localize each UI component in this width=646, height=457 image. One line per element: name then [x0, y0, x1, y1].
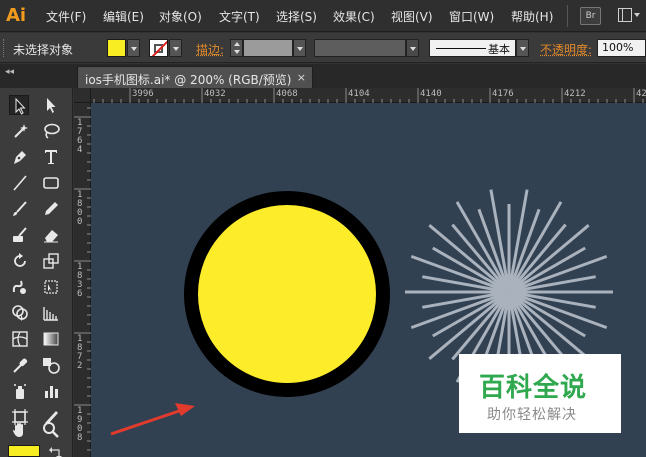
opacity-field[interactable]: 100%	[597, 39, 646, 57]
ruler-label: 4032	[204, 89, 226, 99]
ruler-label: 1908	[77, 406, 83, 443]
brush-dropdown-arrow-icon[interactable]	[516, 39, 529, 57]
watermark-subtitle: 助你轻松解决	[487, 407, 577, 423]
illustrator-window: Ai 文件(F) 编辑(E) 对象(O) 文字(T) 选择(S) 效果(C) 视…	[0, 0, 646, 457]
menu-view[interactable]: 视图(V)	[391, 8, 433, 25]
horizontal-ruler[interactable]: 3996 4032 4068 4104 4140 4176 4212 42	[91, 88, 646, 103]
stroke-label[interactable]: 描边:	[196, 41, 224, 58]
menu-separator	[567, 5, 568, 27]
menu-file[interactable]: 文件(F)	[46, 8, 86, 25]
type-tool-icon[interactable]	[41, 147, 61, 167]
ruler-label: 42	[636, 89, 646, 99]
stroke-weight-spinner-icon[interactable]	[230, 39, 243, 57]
panel-grip[interactable]	[3, 39, 6, 57]
symbol-sprayer-tool-icon[interactable]	[10, 381, 30, 401]
selection-status: 未选择对象	[13, 43, 74, 57]
brush-definition-value: 基本	[488, 43, 510, 56]
free-transform-tool-icon[interactable]	[41, 277, 61, 297]
eraser-tool-icon[interactable]	[41, 225, 61, 245]
opacity-label[interactable]: 不透明度:	[540, 41, 592, 58]
perspective-grid-tool-icon[interactable]	[41, 303, 61, 323]
brush-definition-select[interactable]: 基本	[429, 39, 516, 57]
ruler-label: 1872	[77, 334, 83, 371]
selection-tool-icon[interactable]	[9, 95, 29, 115]
magic-wand-tool-icon[interactable]	[10, 121, 30, 141]
profile-dropdown-arrow-icon[interactable]	[406, 39, 419, 57]
menu-edit[interactable]: 编辑(E)	[103, 8, 144, 25]
ruler-label: 4176	[492, 89, 514, 99]
eyedropper-tool-icon[interactable]	[10, 355, 30, 375]
ruler-label: 1800	[77, 190, 83, 227]
workspace-switcher-icon[interactable]	[618, 8, 640, 24]
sun-circle[interactable]	[184, 191, 390, 397]
ruler-label: 1764	[77, 118, 83, 155]
ruler-label: 4140	[420, 89, 442, 99]
annotation-arrowhead	[175, 403, 195, 416]
baike-watermark: 百科全说 助你轻松解决	[459, 354, 621, 433]
mesh-tool-icon[interactable]	[10, 329, 30, 349]
ruler-label: 3996	[132, 89, 154, 99]
fill-color-swatch[interactable]	[107, 39, 126, 57]
variable-width-profile-select[interactable]	[314, 39, 406, 57]
scale-tool-icon[interactable]	[41, 251, 61, 271]
warp-tool-icon[interactable]	[10, 277, 30, 297]
lasso-tool-icon[interactable]	[41, 121, 61, 141]
menu-select[interactable]: 选择(S)	[276, 8, 317, 25]
app-logo: Ai	[6, 5, 27, 26]
fill-dropdown-arrow-icon[interactable]	[127, 39, 140, 57]
menu-object[interactable]: 对象(O)	[159, 8, 202, 25]
ruler-label: 4212	[564, 89, 586, 99]
stroke-weight-dropdown-arrow-icon[interactable]	[293, 39, 306, 57]
ruler-origin[interactable]	[74, 88, 91, 103]
rotate-tool-icon[interactable]	[10, 251, 30, 271]
pen-tool-icon[interactable]	[10, 147, 30, 167]
ruler-label: 4104	[348, 89, 370, 99]
gradient-tool-icon[interactable]	[41, 329, 61, 349]
menu-window[interactable]: 窗口(W)	[449, 8, 494, 25]
bridge-button[interactable]: Br	[580, 7, 601, 25]
watermark-title: 百科全说	[479, 373, 588, 403]
document-tab[interactable]: ios手机图标.ai* @ 200% (RGB/预览) ×	[77, 66, 313, 88]
column-graph-tool-icon[interactable]	[41, 381, 61, 401]
stroke-none-swatch[interactable]	[149, 39, 168, 57]
swap-fill-stroke-icon[interactable]	[49, 444, 63, 457]
fill-color-box[interactable]	[8, 445, 40, 457]
vertical-ruler[interactable]: 1764 1800 1836 1872 1908	[74, 103, 91, 457]
hand-tool-icon[interactable]	[10, 420, 30, 440]
ruler-label: 4068	[276, 89, 298, 99]
control-bar: 未选择对象 描边: 基本 不透明度: 100%	[0, 33, 646, 63]
document-tab-title: ios手机图标.ai* @ 200% (RGB/预览)	[85, 73, 292, 87]
menu-effect[interactable]: 效果(C)	[333, 8, 375, 25]
pencil-tool-icon[interactable]	[41, 199, 61, 219]
line-segment-tool-icon[interactable]	[10, 173, 30, 193]
menu-help[interactable]: 帮助(H)	[511, 8, 553, 25]
document-tab-bar: ◂◂ ios手机图标.ai* @ 200% (RGB/预览) ×	[0, 64, 646, 88]
menu-type[interactable]: 文字(T)	[219, 8, 260, 25]
tools-panel	[0, 88, 73, 457]
blend-tool-icon[interactable]	[41, 355, 61, 375]
rectangle-tool-icon[interactable]	[41, 173, 61, 193]
collapse-panels-icon[interactable]: ◂◂	[5, 67, 14, 77]
menu-bar: Ai 文件(F) 编辑(E) 对象(O) 文字(T) 选择(S) 效果(C) 视…	[0, 0, 646, 32]
shape-builder-tool-icon[interactable]	[10, 303, 30, 323]
direct-selection-tool-icon[interactable]	[41, 95, 61, 115]
ruler-label: 1836	[77, 262, 83, 299]
stroke-dropdown-arrow-icon[interactable]	[169, 39, 182, 57]
close-tab-icon[interactable]: ×	[297, 71, 306, 84]
paintbrush-tool-icon[interactable]	[10, 199, 30, 219]
zoom-tool-icon[interactable]	[41, 420, 61, 440]
blob-brush-tool-icon[interactable]	[10, 225, 30, 245]
stroke-weight-field[interactable]	[243, 39, 293, 57]
